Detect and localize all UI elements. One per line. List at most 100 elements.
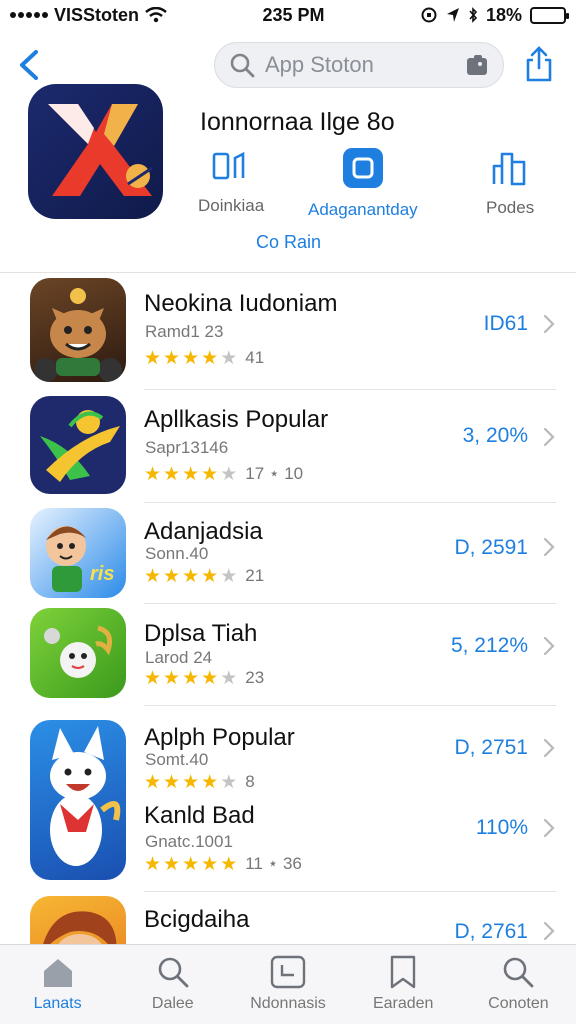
star-rating: ★ ★ ★ ★ ★ 11 ⋆ 36 xyxy=(144,853,302,875)
search-field[interactable]: App Stoton xyxy=(214,42,504,88)
tab-label: Dalee xyxy=(151,995,194,1012)
action-podes[interactable]: Podes xyxy=(486,148,534,218)
app-icon xyxy=(30,896,126,944)
chevron-right-icon xyxy=(543,921,555,941)
home-icon xyxy=(43,959,72,987)
app-square-icon xyxy=(342,148,383,188)
star-rating: ★ ★ ★ ★ ★ 23 xyxy=(144,667,265,689)
rating-count: 41 xyxy=(245,348,265,367)
tab-lanats[interactable]: Lanats xyxy=(0,945,115,1024)
app-subtitle: Sapr13146 xyxy=(145,438,229,457)
rating-count: 8 xyxy=(245,772,255,791)
list-item[interactable]: Apllkasis Popular Sapr13146 ★ ★ ★ ★ ★ 17 ⋆ 1… xyxy=(0,396,576,496)
bookmark-icon xyxy=(391,955,416,989)
app-subtitle: Ramd1 23 xyxy=(145,322,224,341)
tab-label: Lanats xyxy=(33,995,82,1012)
app-subtitle: Larod 24 xyxy=(145,648,213,667)
app-icon xyxy=(30,278,126,382)
chevron-right-icon xyxy=(543,818,555,838)
battery-icon xyxy=(530,6,569,24)
status-bar: VISStoten 235 PM 18% xyxy=(0,0,576,30)
battery-percent: 18% xyxy=(485,4,522,25)
app-value: 110% xyxy=(475,816,528,839)
app-name: Neokina Iudoniam xyxy=(144,290,338,317)
app-name: Dplsa Tiah xyxy=(144,620,258,647)
star-rating: ★ ★ ★ ★ ★ 41 xyxy=(144,347,265,369)
list-item[interactable]: ris Adanjadsia Sonn.40 ★ ★ ★ ★ ★ 21 D, 2591 xyxy=(0,508,576,600)
app-value: D, 2751 xyxy=(454,736,528,759)
featured-app-icon[interactable] xyxy=(28,84,163,219)
signal-icon xyxy=(10,12,48,18)
search-icon xyxy=(504,957,534,988)
star-rating: ★ ★ ★ ★ ★ 21 xyxy=(144,565,265,587)
tab-conoten[interactable]: Conoten xyxy=(461,945,576,1024)
action-label: Podes xyxy=(486,198,535,217)
app-value: D, 2591 xyxy=(454,536,528,559)
star-rating: ★ ★ ★ ★ ★ 17 ⋆ 10 xyxy=(144,463,304,485)
app-icon xyxy=(30,608,126,698)
svg-text:ris: ris xyxy=(90,563,114,585)
app-name: Kanld Bad xyxy=(144,802,255,829)
action-doinkiaa[interactable]: Doinkiaa xyxy=(198,148,264,216)
star-rating: ★ ★ ★ ★ ★ 8 xyxy=(144,771,255,793)
tab-label: Ndonnasis xyxy=(250,995,326,1012)
tab-dalee[interactable]: Dalee xyxy=(115,945,230,1024)
list-item[interactable]: Kanld Bad Gnatc.1001 ★ ★ ★ ★ ★ 11 ⋆ 36 110% xyxy=(0,800,576,884)
calendar-icon xyxy=(270,955,306,989)
app-name: Bcigdaiha xyxy=(144,906,250,933)
tag-icon[interactable] xyxy=(465,53,489,77)
wifi-icon xyxy=(145,7,167,23)
chevron-right-icon xyxy=(543,314,555,334)
tab-label: Earaden xyxy=(372,995,434,1012)
chevron-right-icon xyxy=(543,537,555,557)
app-value: D, 2761 xyxy=(454,920,528,943)
app-value: 5, 212% xyxy=(450,634,528,657)
app-value: ID61 xyxy=(483,312,528,335)
list-item[interactable]: Dplsa Tiah Larod 24 ★ ★ ★ ★ ★ 23 5, 212% xyxy=(0,608,576,700)
chevron-right-icon xyxy=(543,738,555,758)
rating-count: 23 xyxy=(245,668,265,687)
divider xyxy=(0,272,576,273)
tab-ndonnasis[interactable]: Ndonnasis xyxy=(230,945,345,1024)
tab-label: Conoten xyxy=(488,995,549,1012)
app-title: Ionnornaa Ilge 8o xyxy=(200,108,395,136)
row-divider xyxy=(144,705,556,706)
header-link[interactable]: Co Rain xyxy=(256,232,321,253)
back-chevron-icon[interactable] xyxy=(14,46,44,84)
app-subtitle: Somt.40 xyxy=(145,750,209,769)
app-name: Apllkasis Popular xyxy=(144,406,329,433)
bar-chart-icon xyxy=(492,152,526,186)
app-subtitle: Sonn.40 xyxy=(145,544,209,563)
app-value: 3, 20% xyxy=(462,424,528,447)
header-actions: Doinkiaa Adaganantday Podes xyxy=(190,148,570,228)
app-name: Adanjadsia xyxy=(144,518,263,545)
list-item[interactable]: Bcigdaiha D, 2761 xyxy=(0,896,576,944)
list-item[interactable]: Neokina Iudoniam Ramd1 23 ★ ★ ★ ★ ★ 41 ID61 xyxy=(0,278,576,388)
app-name: Aplph Popular xyxy=(144,724,295,751)
bluetooth-icon xyxy=(469,7,478,23)
action-adaganantday[interactable]: Adaganantday xyxy=(308,148,418,220)
tab-earaden[interactable]: Earaden xyxy=(346,945,461,1024)
clock: 235 PM xyxy=(262,4,325,25)
orientation-lock-icon xyxy=(421,7,437,23)
action-label: Doinkiaa xyxy=(198,196,265,215)
search-icon xyxy=(158,957,189,988)
search-icon xyxy=(230,53,255,78)
share-icon[interactable] xyxy=(524,44,554,84)
tab-bar: Lanats Dalee Ndonnasis Earaden Conoten xyxy=(0,944,576,1024)
list-item[interactable]: Aplph Popular Somt.40 ★ ★ ★ ★ ★ 8 D, 2751 xyxy=(0,716,576,800)
chevron-right-icon xyxy=(543,636,555,656)
action-label: Adaganantday xyxy=(308,200,418,219)
row-divider xyxy=(144,891,556,892)
chart-icon xyxy=(212,151,245,180)
rating-count: 17 ⋆ 10 xyxy=(245,464,304,483)
app-icon: ris xyxy=(30,508,126,598)
search-placeholder: App Stoton xyxy=(265,52,374,77)
rating-count: 21 xyxy=(245,566,265,585)
app-subtitle: Gnatc.1001 xyxy=(145,832,233,851)
row-divider xyxy=(144,502,556,503)
rating-count: 11 ⋆ 36 xyxy=(245,854,302,873)
chevron-right-icon xyxy=(543,427,555,447)
row-divider xyxy=(144,389,556,390)
carrier-label: VISStoten xyxy=(54,4,140,25)
